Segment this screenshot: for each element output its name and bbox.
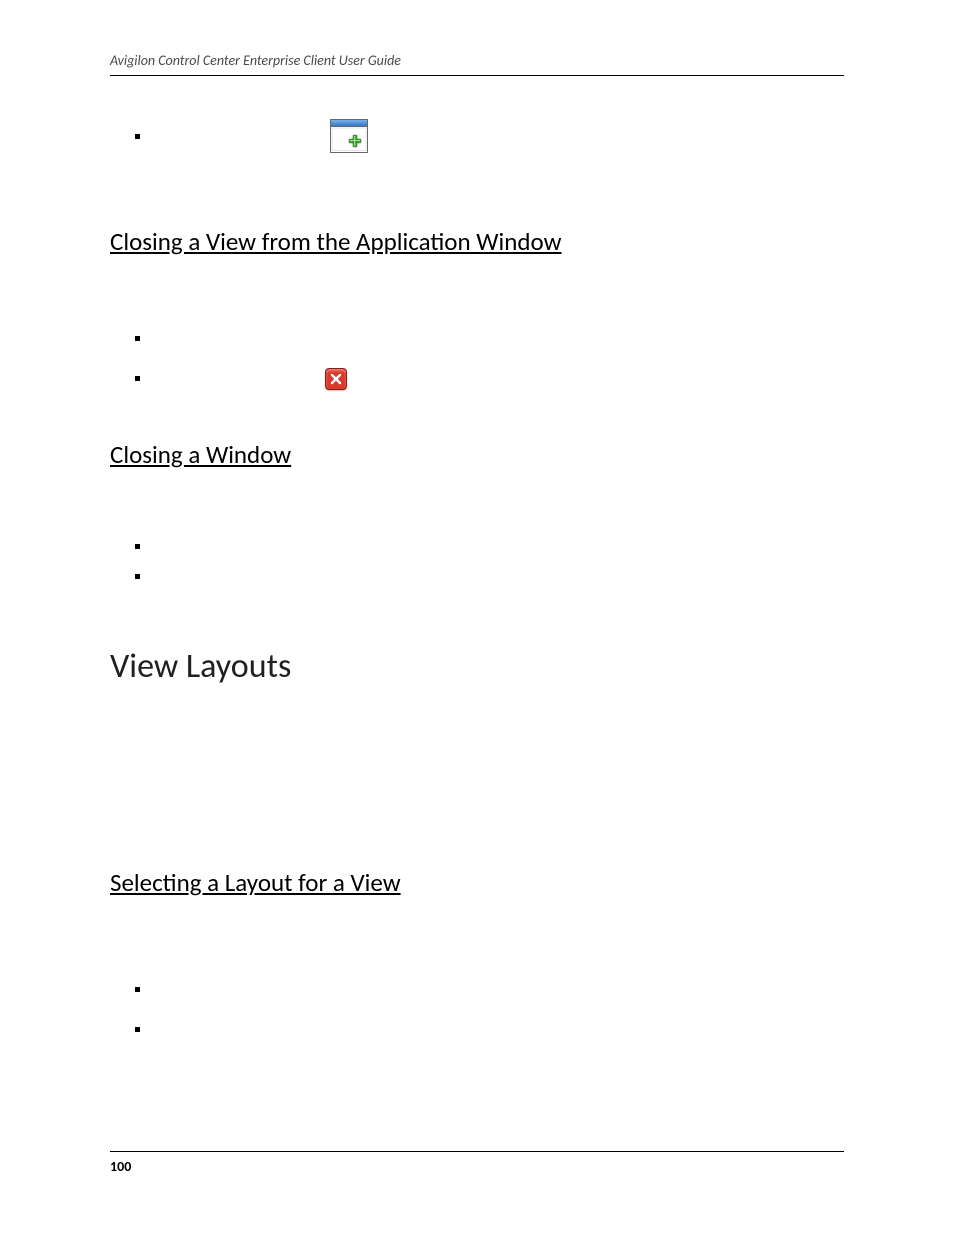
heading-closing-window: Closing a Window [110, 439, 844, 472]
bullet-icon [135, 134, 140, 139]
add-view-icon [330, 119, 368, 153]
list-item [135, 531, 844, 561]
page: Avigilon Control Center Enterprise Clien… [0, 0, 954, 1235]
close-tab-icon [325, 368, 347, 390]
list-item [135, 359, 844, 399]
heading-selecting-layout: Selecting a Layout for a View [110, 867, 844, 900]
list-item [135, 970, 844, 1010]
bullet-icon [135, 987, 140, 992]
list-item [135, 1010, 844, 1050]
list-item [135, 561, 844, 591]
bullet-icon [135, 376, 140, 381]
bullet-icon [135, 336, 140, 341]
list-item [135, 116, 844, 156]
heading-closing-view: Closing a View from the Application Wind… [110, 226, 844, 259]
section-closing-view: Closing a View from the Application Wind… [110, 226, 844, 399]
running-header: Avigilon Control Center Enterprise Clien… [110, 52, 844, 76]
page-number: 100 [110, 1158, 131, 1175]
bullet-icon [135, 574, 140, 579]
section-selecting-layout: Selecting a Layout for a View [110, 867, 844, 1050]
bullet-icon [135, 1027, 140, 1032]
heading-view-layouts: View Layouts [110, 646, 844, 687]
section-closing-window: Closing a Window [110, 439, 844, 592]
page-footer: 100 [110, 1151, 844, 1175]
bullet-icon [135, 544, 140, 549]
list-item [135, 319, 844, 359]
